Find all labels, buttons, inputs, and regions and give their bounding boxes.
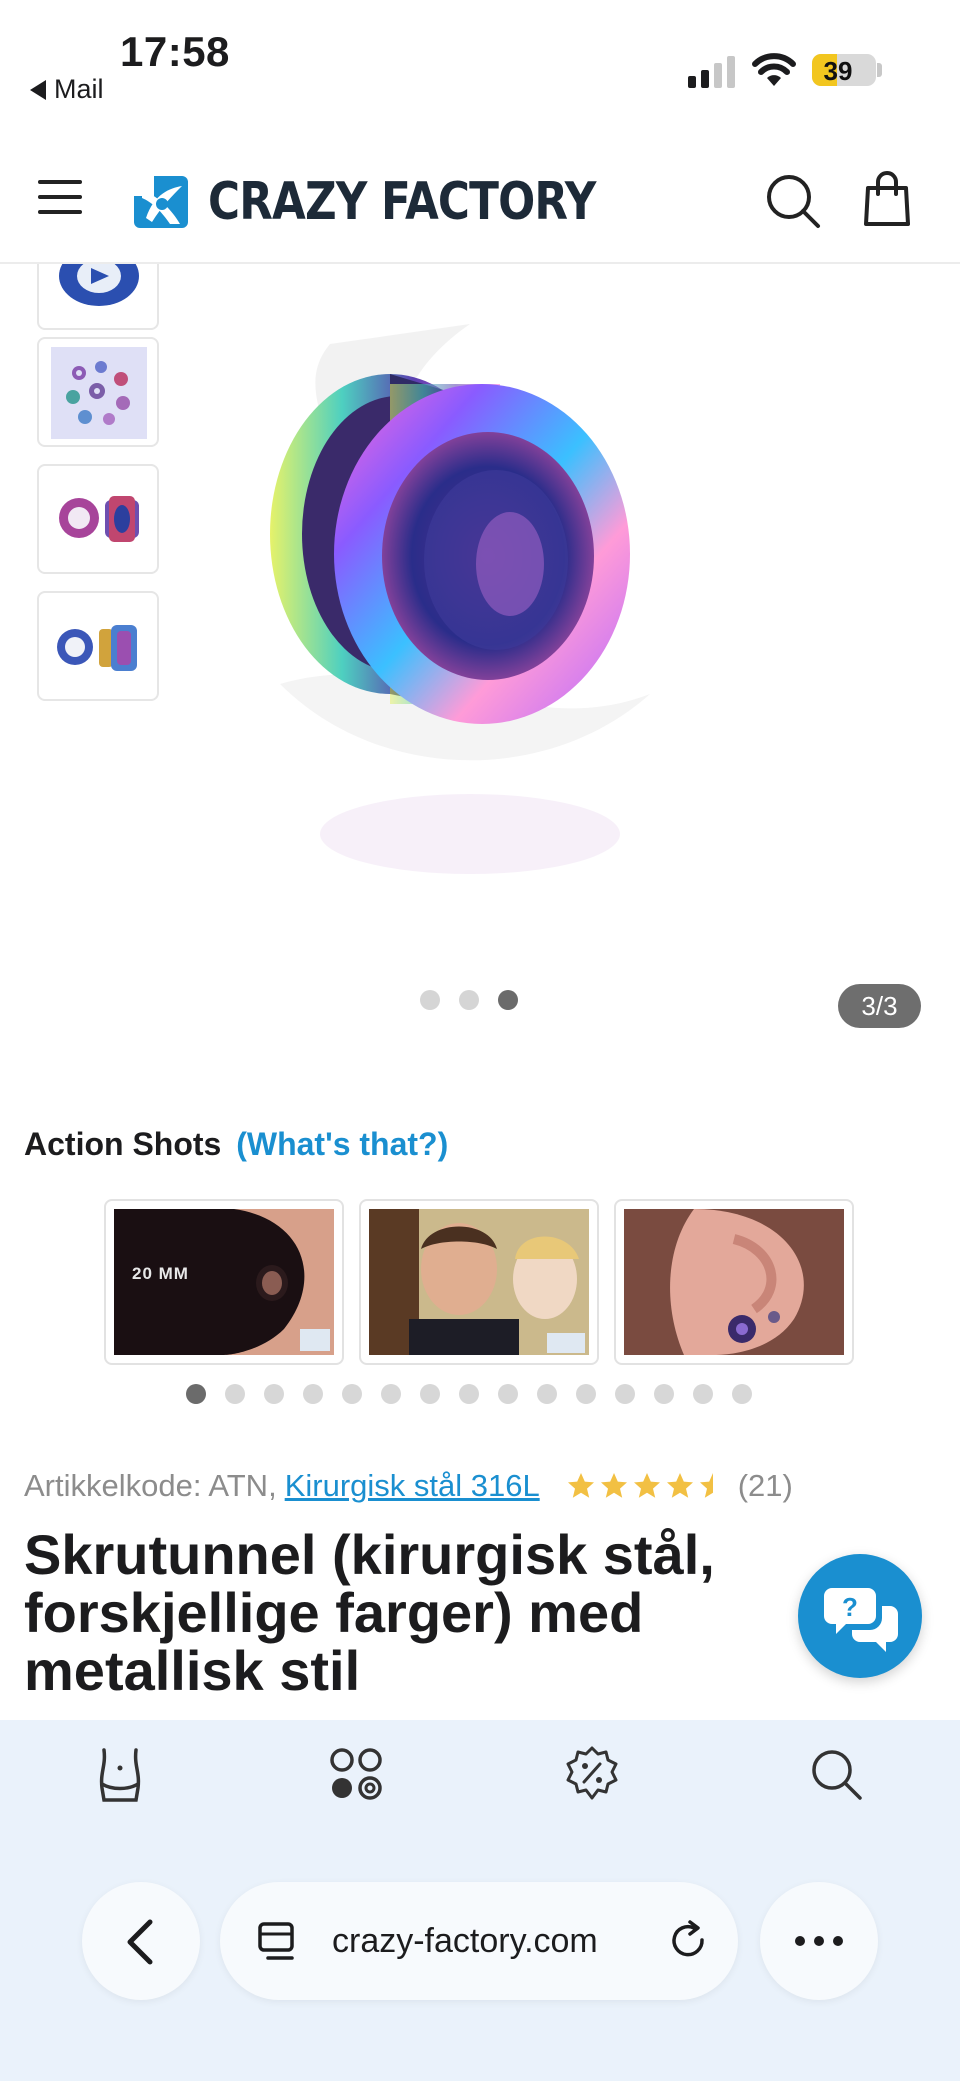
battery-nub [877,63,882,77]
action-shots-title: Action Shots [24,1126,222,1162]
reader-icon[interactable] [256,1920,300,1964]
action-shots-dot[interactable] [693,1384,713,1404]
browser-url[interactable]: crazy-factory.com [332,1922,598,1961]
back-arrow-icon [30,79,46,100]
shopping-bag-icon[interactable] [862,170,912,228]
whats-that-link[interactable]: (What's that?) [236,1126,448,1162]
logo-mark-icon [134,176,188,228]
more-icon [795,1936,843,1946]
reload-icon[interactable] [666,1918,712,1964]
back-app-label: Mail [54,74,104,104]
rating-count[interactable]: (21) [738,1468,793,1504]
browser-back-button[interactable] [82,1882,200,2000]
gallery-pagination[interactable] [420,990,518,1010]
search-icon[interactable] [806,1744,866,1804]
rating-stars[interactable] [566,1471,728,1501]
wifi-icon [752,53,796,86]
action-shots-dot[interactable] [186,1384,206,1404]
brand-name: CRAZY FACTORY [208,172,596,232]
search-icon[interactable] [764,172,822,230]
action-shots-heading: Action Shots (What's that?) [24,1126,448,1163]
tunnel-pair-thumbnail-image [59,496,139,542]
tunnel-pair-side-thumbnail-image [57,625,137,671]
battery-indicator: 39 [812,54,876,86]
status-time: 17:58 [120,28,230,75]
gallery-dot[interactable] [459,990,479,1010]
action-shot-3[interactable] [614,1199,854,1365]
action-shots-dot[interactable] [342,1384,362,1404]
action-shots-pagination[interactable] [186,1384,752,1404]
product-meta: Artikkelkode: ATN, Kirurgisk stål 316L (… [24,1468,793,1504]
action-shots-dot[interactable] [576,1384,596,1404]
star-icon [567,1473,594,1498]
sale-percent-icon[interactable] [562,1744,622,1804]
action-shots-dot[interactable] [303,1384,323,1404]
thumbnail-1[interactable] [37,264,159,330]
tunnels-set-thumbnail-image [51,347,147,439]
product-title: Skrutunnel (kirurgisk stål, forskjellige… [24,1523,715,1702]
action-shot-ear-closeup-photo [624,1209,844,1355]
chat-bubbles-icon: ? [824,1588,898,1652]
cellular-signal-icon [688,56,735,88]
svg-text:?: ? [842,1592,858,1622]
main-product-image[interactable] [220,264,780,924]
chevron-left-icon [127,1919,153,1965]
jewelry-categories-icon[interactable] [326,1744,386,1804]
action-shots-carousel[interactable]: 20 MM [104,1199,854,1365]
hamburger-icon[interactable] [38,180,82,214]
thumbnail-3[interactable] [37,464,159,574]
ios-status-bar: 17:58 Mail 39 [0,0,960,130]
action-shot-1-label: 20 MM [132,1264,189,1283]
action-shots-dot[interactable] [420,1384,440,1404]
browser-more-button[interactable] [760,1882,878,2000]
star-icon [600,1473,627,1498]
star-icon [633,1473,660,1498]
action-shot-1[interactable]: 20 MM [104,1199,344,1365]
action-shots-dot[interactable] [537,1384,557,1404]
gallery-dot[interactable] [420,990,440,1010]
action-shots-dot[interactable] [381,1384,401,1404]
bottom-toolbar: crazy-factory.com [0,1720,960,2081]
gallery-dot[interactable] [498,990,518,1010]
star-icon [699,1473,726,1498]
battery-level: 39 [823,56,853,86]
action-shots-dot[interactable] [498,1384,518,1404]
star-icon [666,1473,693,1498]
material-link[interactable]: Kirurgisk stål 316L [285,1468,540,1504]
action-shots-dot[interactable] [459,1384,479,1404]
chat-support-button[interactable]: ? [798,1554,922,1678]
thumbnail-4[interactable] [37,591,159,701]
action-shots-dot[interactable] [615,1384,635,1404]
body-icon[interactable] [90,1744,150,1804]
back-to-mail-button[interactable]: Mail [30,74,104,105]
action-shots-dot[interactable] [225,1384,245,1404]
product-gallery[interactable]: 3/3 [0,264,960,1044]
action-shots-dot[interactable] [264,1384,284,1404]
action-shots-dot[interactable] [732,1384,752,1404]
slide-counter: 3/3 [838,984,921,1028]
action-shots-dot[interactable] [654,1384,674,1404]
browser-address-bar[interactable]: crazy-factory.com [220,1882,738,2000]
article-code: Artikkelkode: ATN, [24,1468,277,1503]
site-header: CRAZY FACTORY [0,130,960,264]
action-shot-2[interactable] [359,1199,599,1365]
thumbnail-2[interactable] [37,337,159,447]
action-shot-people-photo [369,1209,589,1355]
crazy-factory-logo[interactable]: CRAZY FACTORY [132,172,669,232]
tunnel-thumbnail-image [59,264,139,306]
